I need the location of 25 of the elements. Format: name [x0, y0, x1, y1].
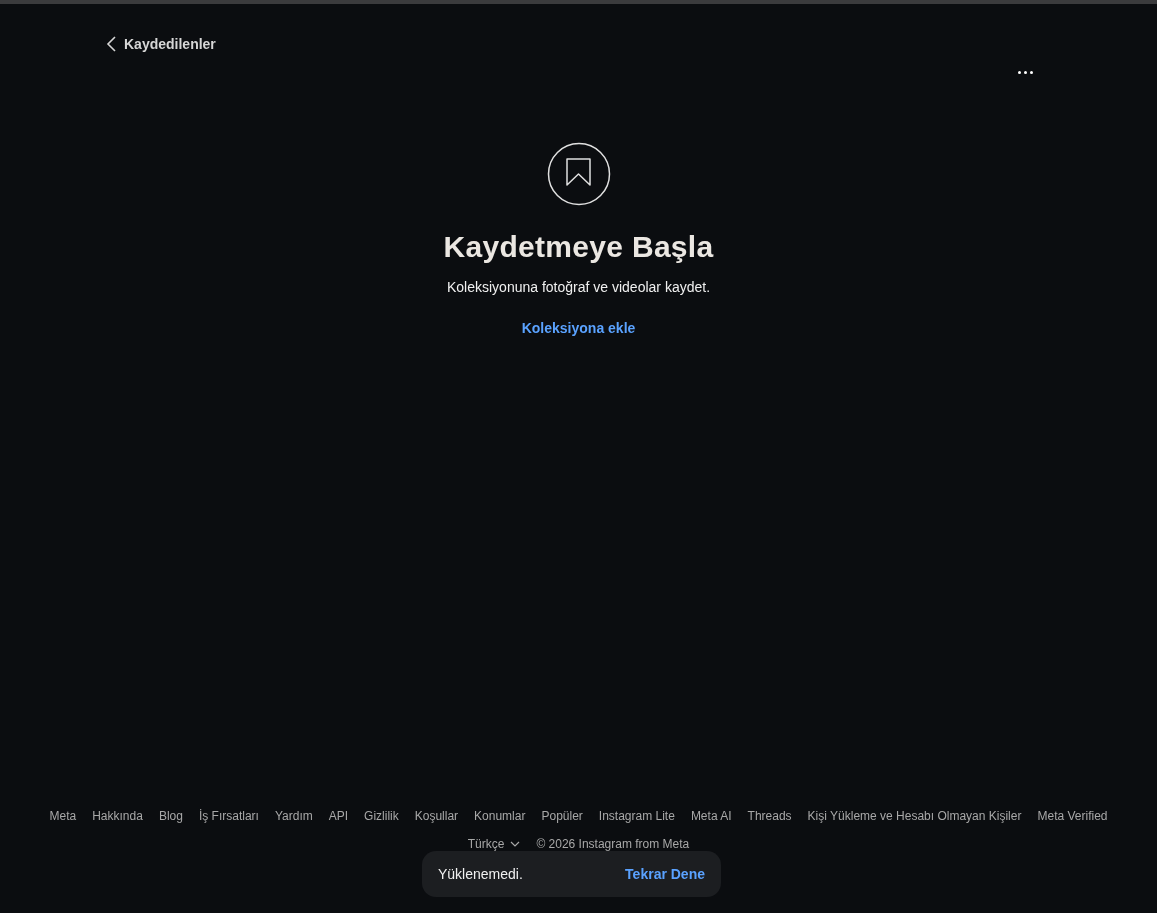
- footer-link[interactable]: Kişi Yükleme ve Hesabı Olmayan Kişiler: [807, 807, 1022, 825]
- footer-link[interactable]: Hakkında: [92, 807, 143, 825]
- back-button[interactable]: Kaydedilenler: [106, 33, 216, 55]
- footer-link[interactable]: Popüler: [541, 807, 583, 825]
- bookmark-icon: [546, 142, 611, 206]
- chevron-down-icon: [510, 841, 521, 847]
- footer-link[interactable]: Meta AI: [690, 807, 732, 825]
- retry-button[interactable]: Tekrar Dene: [625, 863, 705, 885]
- footer-link[interactable]: Konumlar: [474, 807, 526, 825]
- footer-link[interactable]: Yardım: [274, 807, 313, 825]
- footer-link[interactable]: Meta Verified: [1037, 807, 1108, 825]
- empty-state-description: Koleksiyonuna fotoğraf ve videolar kaydet.: [446, 278, 710, 297]
- footer-link[interactable]: Gizlilik: [364, 807, 399, 825]
- add-to-collection-link[interactable]: Koleksiyona ekle: [521, 318, 636, 339]
- copyright-text: © 2026 Instagram from Meta: [536, 836, 690, 853]
- footer-link[interactable]: API: [328, 807, 349, 825]
- footer-link[interactable]: İş Fırsatları: [198, 807, 259, 825]
- footer-link[interactable]: Koşullar: [414, 807, 459, 825]
- footer-link[interactable]: Instagram Lite: [598, 807, 675, 825]
- footer-link[interactable]: Blog: [158, 807, 183, 825]
- empty-state-title: Kaydetmeye Başla: [443, 229, 714, 265]
- toast-message: Yüklenemedi.: [438, 864, 523, 884]
- footer-link[interactable]: Threads: [747, 807, 792, 825]
- back-icon: [106, 36, 118, 52]
- footer-link[interactable]: Meta: [49, 807, 77, 825]
